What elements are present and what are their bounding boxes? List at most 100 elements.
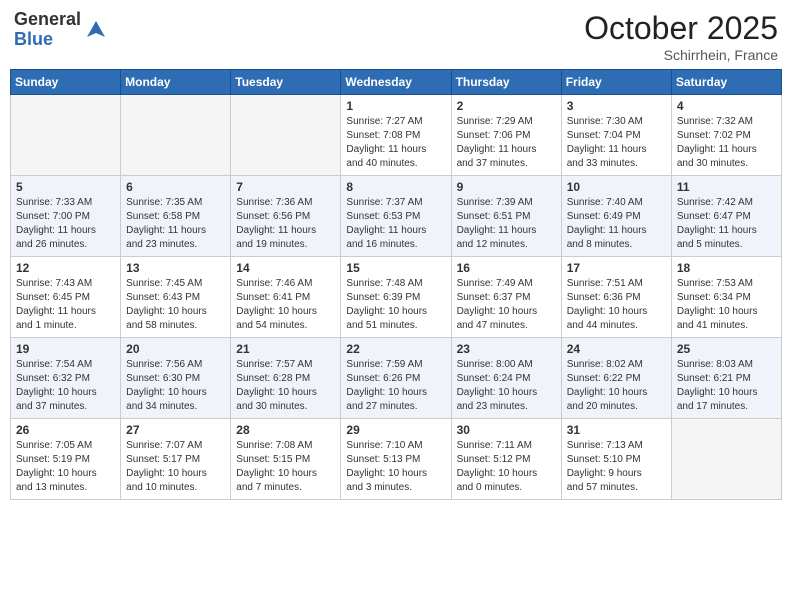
day-info: Sunrise: 7:10 AM Sunset: 5:13 PM Dayligh… [346,439,445,495]
calendar-day-cell: 5 Sunrise: 7:33 AM Sunset: 7:00 PM Daylig… [11,176,121,257]
calendar-day-cell: 10Sunrise: 7:40 AM Sunset: 6:49 PM Dayli… [561,176,671,257]
calendar-day-cell: 14 Sunrise: 7:46 AM Sunset: 6:41 PM Dayli… [231,257,341,338]
calendar-day-cell: 15 Sunrise: 7:48 AM Sunset: 6:39 PM Dayli… [341,257,451,338]
day-number: 28 [236,423,335,437]
calendar-day-cell: 20 Sunrise: 7:56 AM Sunset: 6:30 PM Dayli… [121,338,231,419]
calendar-day-cell: 12 Sunrise: 7:43 AM Sunset: 6:45 PM Dayli… [11,257,121,338]
day-info: Sunrise: 7:08 AM Sunset: 5:15 PM Dayligh… [236,439,335,495]
page-header: General Blue October 2025 Schirrhein, Fr… [10,10,782,63]
day-info: Sunrise: 7:54 AM Sunset: 6:32 PM Dayligh… [16,358,115,414]
calendar-day-cell: 29 Sunrise: 7:10 AM Sunset: 5:13 PM Dayli… [341,419,451,500]
day-number: 3 [567,99,666,113]
day-number: 26 [16,423,115,437]
calendar-day-cell: 26 Sunrise: 7:05 AM Sunset: 5:19 PM Dayli… [11,419,121,500]
day-number: 29 [346,423,445,437]
calendar-header-row: SundayMondayTuesdayWednesdayThursdayFrid… [11,70,782,95]
calendar-week-row: 26 Sunrise: 7:05 AM Sunset: 5:19 PM Dayli… [11,419,782,500]
calendar-week-row: 5 Sunrise: 7:33 AM Sunset: 7:00 PM Daylig… [11,176,782,257]
location-subtitle: Schirrhein, France [584,47,778,63]
calendar-day-cell [671,419,781,500]
calendar-day-cell: 13Sunrise: 7:45 AM Sunset: 6:43 PM Dayli… [121,257,231,338]
calendar-day-cell: 3Sunrise: 7:30 AM Sunset: 7:04 PM Daylig… [561,95,671,176]
logo: General Blue [14,10,107,50]
calendar-day-cell [231,95,341,176]
day-number: 1 [346,99,445,113]
calendar-day-cell [121,95,231,176]
day-number: 25 [677,342,776,356]
day-info: Sunrise: 7:36 AM Sunset: 6:56 PM Dayligh… [236,196,335,252]
day-info: Sunrise: 7:43 AM Sunset: 6:45 PM Dayligh… [16,277,115,333]
day-number: 24 [567,342,666,356]
day-info: Sunrise: 8:03 AM Sunset: 6:21 PM Dayligh… [677,358,776,414]
calendar-day-cell: 24 Sunrise: 8:02 AM Sunset: 6:22 PM Dayli… [561,338,671,419]
day-number: 4 [677,99,776,113]
day-info: Sunrise: 7:29 AM Sunset: 7:06 PM Dayligh… [457,115,556,171]
day-number: 11 [677,180,776,194]
day-number: 27 [126,423,225,437]
day-number: 15 [346,261,445,275]
day-info: Sunrise: 7:07 AM Sunset: 5:17 PM Dayligh… [126,439,225,495]
day-number: 30 [457,423,556,437]
day-number: 14 [236,261,335,275]
day-info: Sunrise: 7:42 AM Sunset: 6:47 PM Dayligh… [677,196,776,252]
day-info: Sunrise: 7:56 AM Sunset: 6:30 PM Dayligh… [126,358,225,414]
day-info: Sunrise: 7:49 AM Sunset: 6:37 PM Dayligh… [457,277,556,333]
calendar-day-cell: 7Sunrise: 7:36 AM Sunset: 6:56 PM Daylig… [231,176,341,257]
day-number: 23 [457,342,556,356]
day-info: Sunrise: 8:00 AM Sunset: 6:24 PM Dayligh… [457,358,556,414]
calendar-day-cell: 8 Sunrise: 7:37 AM Sunset: 6:53 PM Daylig… [341,176,451,257]
calendar-day-cell: 19 Sunrise: 7:54 AM Sunset: 6:32 PM Dayli… [11,338,121,419]
day-info: Sunrise: 7:33 AM Sunset: 7:00 PM Dayligh… [16,196,115,252]
calendar-day-cell: 31 Sunrise: 7:13 AM Sunset: 5:10 PM Dayli… [561,419,671,500]
logo-blue-text: Blue [14,30,81,50]
day-number: 20 [126,342,225,356]
day-info: Sunrise: 8:02 AM Sunset: 6:22 PM Dayligh… [567,358,666,414]
day-info: Sunrise: 7:59 AM Sunset: 6:26 PM Dayligh… [346,358,445,414]
weekday-header: Friday [561,70,671,95]
calendar-day-cell [11,95,121,176]
day-number: 9 [457,180,556,194]
day-number: 8 [346,180,445,194]
day-info: Sunrise: 7:05 AM Sunset: 5:19 PM Dayligh… [16,439,115,495]
calendar-day-cell: 25 Sunrise: 8:03 AM Sunset: 6:21 PM Dayli… [671,338,781,419]
calendar-day-cell: 21 Sunrise: 7:57 AM Sunset: 6:28 PM Dayli… [231,338,341,419]
calendar-day-cell: 1 Sunrise: 7:27 AM Sunset: 7:08 PM Daylig… [341,95,451,176]
calendar-day-cell: 22 Sunrise: 7:59 AM Sunset: 6:26 PM Dayli… [341,338,451,419]
day-info: Sunrise: 7:32 AM Sunset: 7:02 PM Dayligh… [677,115,776,171]
day-number: 19 [16,342,115,356]
day-info: Sunrise: 7:35 AM Sunset: 6:58 PM Dayligh… [126,196,225,252]
day-number: 2 [457,99,556,113]
weekday-header: Wednesday [341,70,451,95]
day-info: Sunrise: 7:53 AM Sunset: 6:34 PM Dayligh… [677,277,776,333]
day-info: Sunrise: 7:48 AM Sunset: 6:39 PM Dayligh… [346,277,445,333]
day-info: Sunrise: 7:37 AM Sunset: 6:53 PM Dayligh… [346,196,445,252]
calendar-day-cell: 9 Sunrise: 7:39 AM Sunset: 6:51 PM Daylig… [451,176,561,257]
day-number: 17 [567,261,666,275]
day-info: Sunrise: 7:27 AM Sunset: 7:08 PM Dayligh… [346,115,445,171]
calendar-day-cell: 27 Sunrise: 7:07 AM Sunset: 5:17 PM Dayli… [121,419,231,500]
weekday-header: Thursday [451,70,561,95]
day-info: Sunrise: 7:11 AM Sunset: 5:12 PM Dayligh… [457,439,556,495]
day-number: 6 [126,180,225,194]
calendar-week-row: 12 Sunrise: 7:43 AM Sunset: 6:45 PM Dayli… [11,257,782,338]
weekday-header: Monday [121,70,231,95]
calendar-week-row: 19 Sunrise: 7:54 AM Sunset: 6:32 PM Dayli… [11,338,782,419]
calendar-day-cell: 16 Sunrise: 7:49 AM Sunset: 6:37 PM Dayli… [451,257,561,338]
title-block: October 2025 Schirrhein, France [584,10,778,63]
day-number: 16 [457,261,556,275]
day-info: Sunrise: 7:57 AM Sunset: 6:28 PM Dayligh… [236,358,335,414]
calendar-day-cell: 23 Sunrise: 8:00 AM Sunset: 6:24 PM Dayli… [451,338,561,419]
day-info: Sunrise: 7:45 AM Sunset: 6:43 PM Dayligh… [126,277,225,333]
day-number: 5 [16,180,115,194]
day-number: 31 [567,423,666,437]
day-number: 12 [16,261,115,275]
calendar-day-cell: 2 Sunrise: 7:29 AM Sunset: 7:06 PM Daylig… [451,95,561,176]
day-info: Sunrise: 7:46 AM Sunset: 6:41 PM Dayligh… [236,277,335,333]
calendar-day-cell: 17 Sunrise: 7:51 AM Sunset: 6:36 PM Dayli… [561,257,671,338]
day-number: 21 [236,342,335,356]
day-info: Sunrise: 7:39 AM Sunset: 6:51 PM Dayligh… [457,196,556,252]
day-number: 22 [346,342,445,356]
day-info: Sunrise: 7:13 AM Sunset: 5:10 PM Dayligh… [567,439,666,495]
day-number: 18 [677,261,776,275]
day-info: Sunrise: 7:51 AM Sunset: 6:36 PM Dayligh… [567,277,666,333]
